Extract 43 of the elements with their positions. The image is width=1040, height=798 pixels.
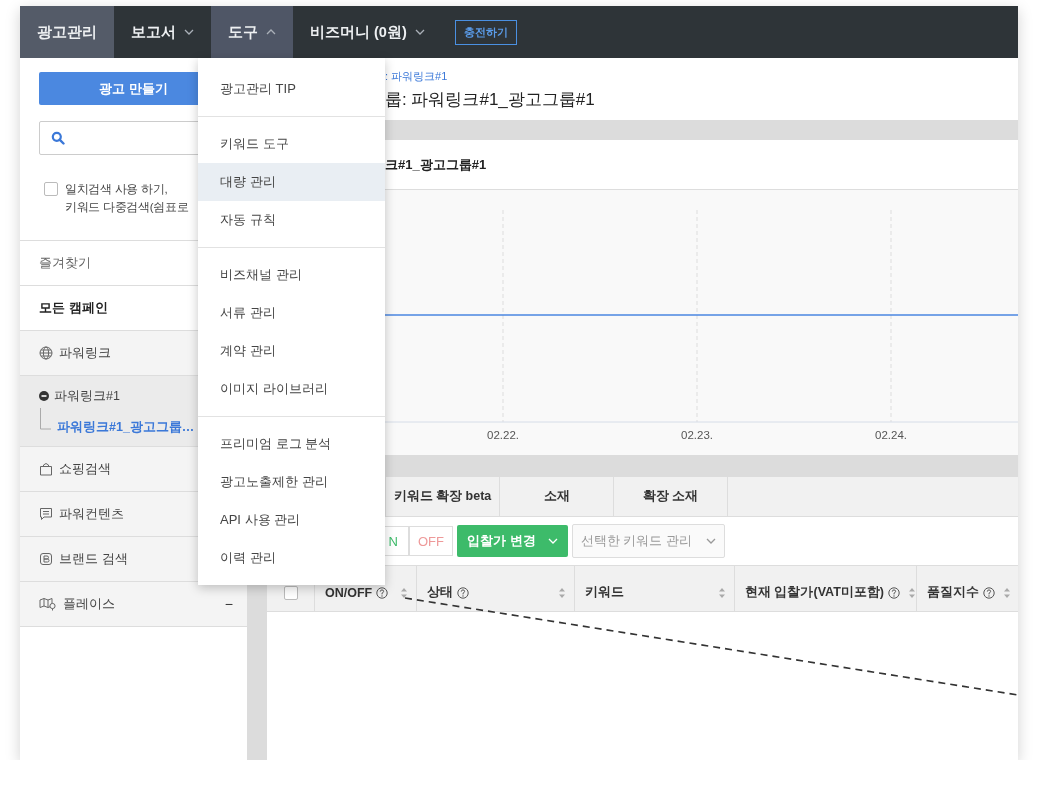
- chevron-down-icon: [184, 29, 194, 35]
- checkbox[interactable]: [283, 585, 298, 600]
- chevron-down-icon: [414, 29, 425, 35]
- bag-icon: [39, 462, 53, 476]
- column-header[interactable]: 품질지수: [917, 566, 1018, 611]
- speech-bubble-icon: [39, 507, 53, 521]
- nav-tab[interactable]: 도구: [211, 6, 293, 58]
- sort-icon: [558, 586, 566, 599]
- sort-icon: [907, 586, 916, 599]
- x-axis-label: 02.22.: [487, 429, 519, 441]
- tree-connector: [39, 408, 51, 430]
- x-axis-label: 02.24.: [875, 429, 907, 441]
- nav-tab[interactable]: 비즈머니 (0원): [293, 6, 442, 58]
- nav-tab[interactable]: 광고관리: [20, 6, 114, 58]
- tab[interactable]: 확장 소재: [614, 477, 728, 516]
- map-icon: [39, 597, 57, 611]
- column-header[interactable]: 현재 입찰가(VAT미포함): [735, 566, 917, 611]
- menu-item[interactable]: 대량 관리: [198, 163, 385, 201]
- tab[interactable]: 키워드 확장 beta: [386, 477, 500, 516]
- option-label: 일치검색 사용 하기,: [65, 182, 169, 197]
- menu-item[interactable]: 자동 규칙: [198, 201, 385, 239]
- option-label: 키워드 다중검색(쉼표로: [65, 200, 189, 215]
- checkbox[interactable]: [44, 182, 58, 196]
- globe-icon: [39, 346, 53, 360]
- sort-icon: [1003, 586, 1011, 599]
- rounded-square-icon: [39, 552, 53, 566]
- x-axis-label: 02.23.: [681, 429, 713, 441]
- chevron-down-icon: [705, 538, 716, 544]
- chevron-up-icon: [266, 29, 276, 35]
- ad-group-link[interactable]: 파워링크#1_광고그룹…: [57, 419, 195, 436]
- collapse-toggle[interactable]: −: [224, 596, 233, 612]
- tab[interactable]: 소재: [500, 477, 614, 516]
- nav-tab[interactable]: 보고서: [114, 6, 211, 58]
- column-header[interactable]: 상태: [417, 566, 575, 611]
- breadcrumb-link[interactable]: : 파워링크#1: [385, 69, 1018, 84]
- sort-icon: [718, 586, 726, 599]
- page-title: 룹: 파워링크#1_광고그룹#1: [385, 89, 596, 111]
- charge-button[interactable]: 충전하기: [454, 19, 517, 45]
- sidebar-item[interactable]: 플레이스 −: [20, 581, 247, 626]
- chevron-down-icon: [547, 538, 558, 544]
- search-icon: [51, 131, 65, 145]
- column-header[interactable]: 키워드: [575, 566, 735, 611]
- sort-icon: [400, 586, 408, 599]
